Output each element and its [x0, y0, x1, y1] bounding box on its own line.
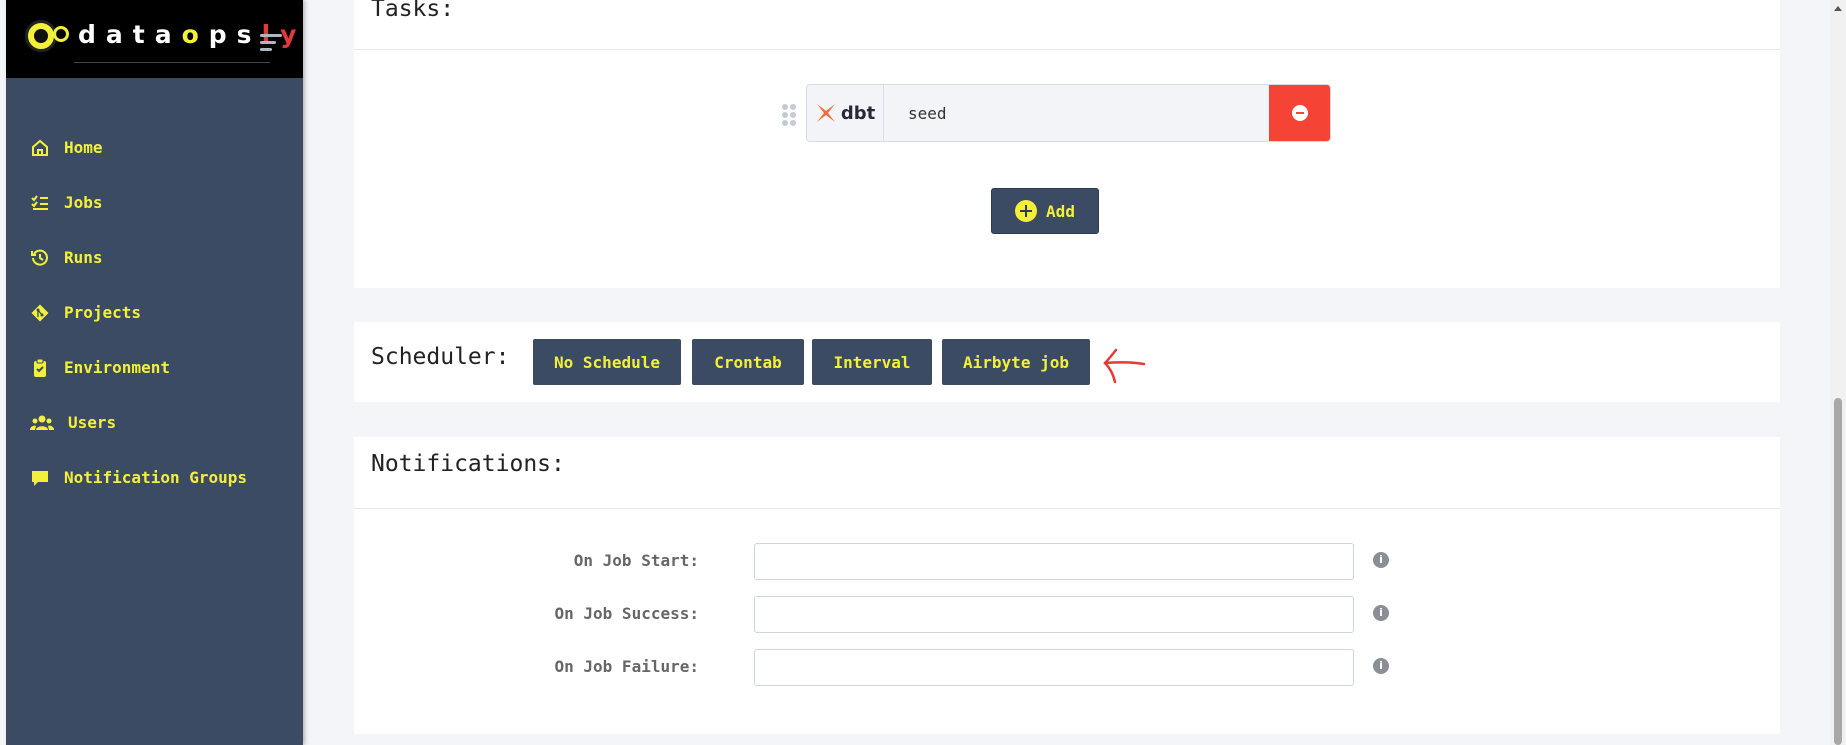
- info-icon[interactable]: i: [1373, 658, 1389, 674]
- clipboard-check-icon: [34, 358, 46, 377]
- sidebar-nav: Home Jobs Runs Projects Environment User…: [6, 120, 303, 505]
- info-icon[interactable]: i: [1373, 605, 1389, 621]
- tasks-divider: [354, 49, 1780, 50]
- history-icon: [31, 249, 48, 266]
- sidebar-item-label: Environment: [64, 358, 170, 377]
- annotation-arrow-icon: [1103, 348, 1146, 384]
- sidebar-item-projects[interactable]: Projects: [6, 285, 303, 340]
- task-row: dbt: [806, 84, 1331, 142]
- dbt-logo-text: dbt: [840, 102, 876, 124]
- plus-circle-icon: [1015, 200, 1038, 222]
- on-job-failure-input[interactable]: [754, 649, 1354, 686]
- sidebar-item-label: Projects: [64, 303, 142, 322]
- on-job-failure-label: On Job Failure:: [554, 657, 700, 676]
- brand-divider: [74, 62, 270, 63]
- scrollbar-thumb[interactable]: [1834, 398, 1842, 745]
- sidebar-item-home[interactable]: Home: [6, 120, 303, 175]
- schedule-option-interval[interactable]: Interval: [812, 339, 932, 385]
- remove-task-button[interactable]: [1269, 85, 1330, 141]
- schedule-option-crontab[interactable]: Crontab: [692, 339, 804, 385]
- dbt-logo: dbt: [807, 85, 884, 141]
- on-job-success-input[interactable]: [754, 596, 1354, 633]
- scheduler-label: Scheduler:: [371, 344, 510, 370]
- sidebar-item-notification-groups[interactable]: Notification Groups: [6, 450, 303, 505]
- sidebar-item-label: Home: [64, 138, 103, 157]
- sidebar-item-label: Notification Groups: [64, 468, 248, 487]
- minus-circle-icon: [1291, 105, 1308, 121]
- notifications-title: Notifications:: [371, 451, 565, 477]
- sidebar-toggle-icon[interactable]: [260, 34, 282, 55]
- sidebar-item-label: Users: [68, 413, 117, 432]
- scheduler-card: Scheduler: No Schedule Crontab Interval …: [354, 322, 1780, 402]
- message-icon: [32, 470, 48, 486]
- brand-ring-icon: [53, 26, 69, 42]
- add-task-label: Add: [1046, 201, 1075, 221]
- users-icon: [30, 415, 54, 430]
- tasks-title: Tasks:: [371, 0, 455, 22]
- sidebar-item-jobs[interactable]: Jobs: [6, 175, 303, 230]
- task-input[interactable]: [884, 85, 1272, 141]
- brand-logo-icon: [25, 20, 57, 52]
- schedule-option-no-schedule[interactable]: No Schedule: [533, 339, 681, 385]
- sidebar-item-users[interactable]: Users: [6, 395, 303, 450]
- list-check-icon: [31, 194, 48, 210]
- on-job-start-input[interactable]: [754, 543, 1354, 580]
- notifications-card: Notifications: On Job Start: i On Job Su…: [354, 437, 1780, 734]
- page-scrollbar[interactable]: [1830, 0, 1846, 745]
- notifications-divider: [354, 508, 1780, 509]
- home-icon: [32, 139, 48, 156]
- sidebar-item-label: Runs: [64, 248, 103, 267]
- git-icon: [31, 304, 49, 321]
- add-task-button[interactable]: Add: [991, 188, 1099, 234]
- brand-header: dataopsly: [6, 0, 303, 78]
- sidebar: dataopsly Home Jobs Runs Projects Enviro…: [6, 0, 303, 745]
- scroll-up-icon[interactable]: [1834, 6, 1842, 11]
- on-job-success-label: On Job Success:: [554, 604, 700, 623]
- schedule-option-airbyte-job[interactable]: Airbyte job: [942, 339, 1090, 385]
- sidebar-item-environment[interactable]: Environment: [6, 340, 303, 395]
- info-icon[interactable]: i: [1373, 552, 1389, 568]
- tasks-card: Tasks: dbt Add: [354, 0, 1780, 288]
- on-job-start-label: On Job Start:: [573, 551, 699, 570]
- sidebar-item-runs[interactable]: Runs: [6, 230, 303, 285]
- sidebar-item-label: Jobs: [64, 193, 103, 212]
- drag-handle-icon[interactable]: [782, 104, 796, 126]
- dbt-icon: [816, 104, 835, 122]
